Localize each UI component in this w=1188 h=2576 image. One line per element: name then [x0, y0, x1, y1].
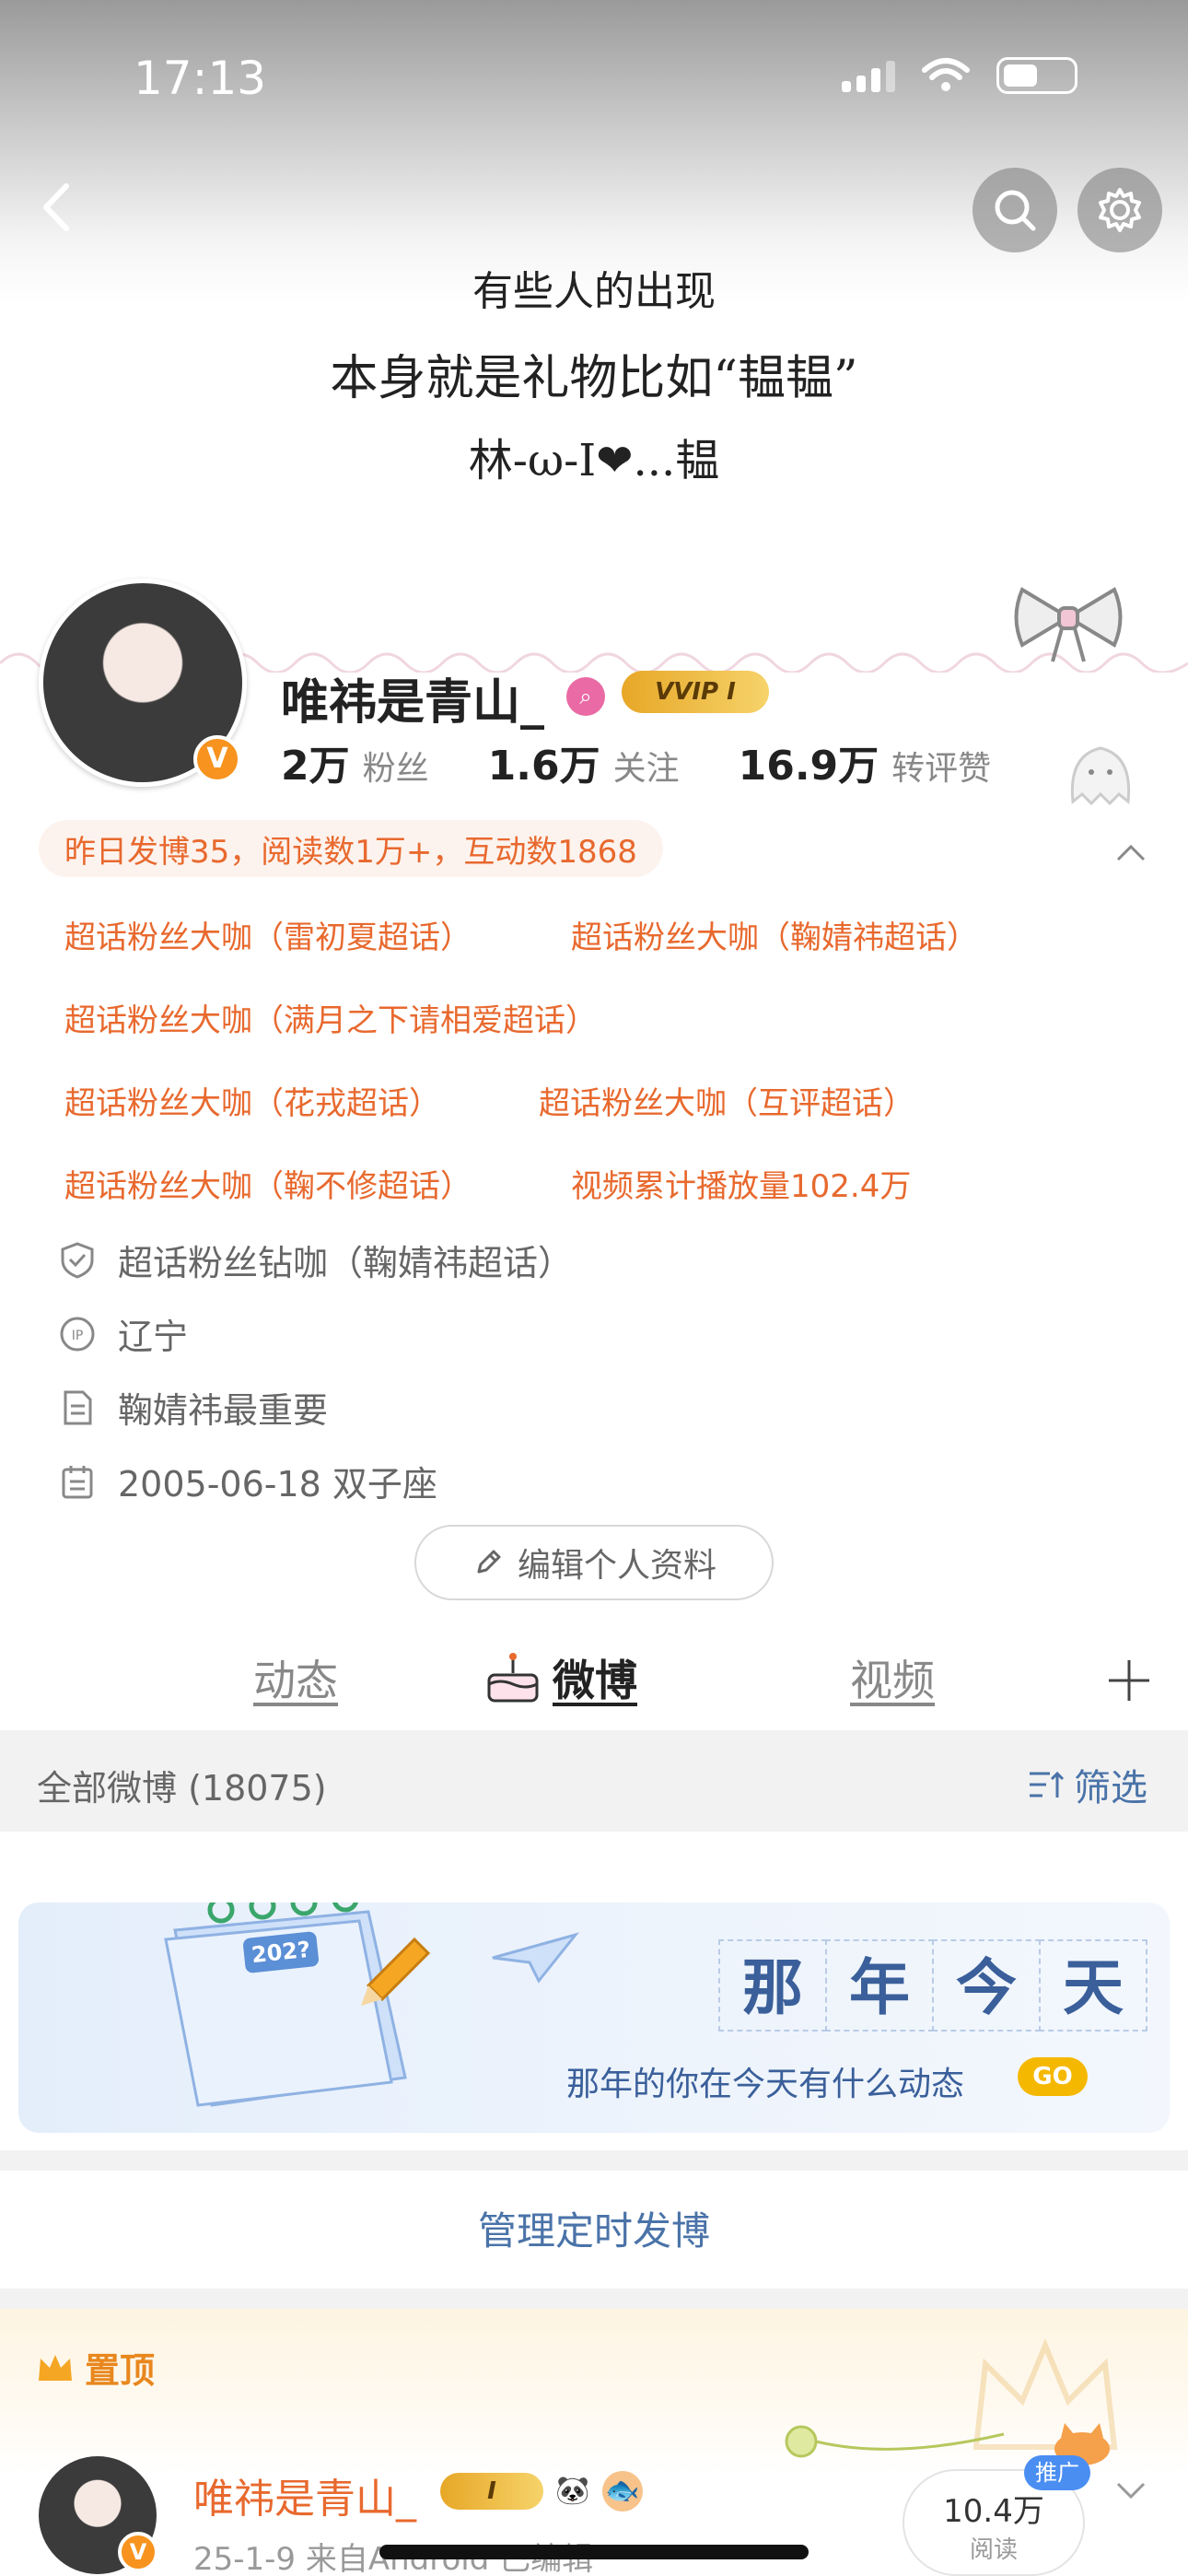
post-verified-badge-icon: V: [118, 2532, 158, 2572]
banner-line-1: 有些人的出现: [472, 268, 716, 315]
bow-decoration-icon: [1014, 587, 1123, 662]
ip-icon: IP: [60, 1317, 95, 1351]
document-icon: [64, 1390, 92, 1424]
honor-tag[interactable]: 超话粉丝大咖（鞠不修超话）: [64, 1161, 472, 1206]
pinned-label-text: 置顶: [85, 2350, 156, 2391]
pencil-icon: [477, 1550, 501, 1574]
tab-weibo[interactable]: 微博: [553, 1647, 637, 1708]
gear-icon: [1099, 188, 1141, 232]
cellular-signal-icon: [842, 59, 895, 92]
vip-badge[interactable]: I: [440, 2473, 543, 2510]
feed-filter-bar: 全部微博 (18075) 筛选: [0, 1730, 1188, 1832]
memory-subtitle: 那年的你在今天有什么动态: [566, 2066, 965, 2103]
banner-line-3: 林-ω-I❤...韫: [468, 435, 720, 486]
memory-title: 那 年 今 天: [718, 1939, 1147, 2032]
status-icons: [842, 57, 1077, 94]
panda-icon: 🐼: [555, 2475, 590, 2507]
calendar-icon: [62, 1465, 93, 1498]
following-stat[interactable]: 1.6万 关注: [488, 732, 680, 791]
activity-summary[interactable]: 昨日发博35，阅读数1万+，互动数1868: [39, 820, 663, 877]
manage-scheduled-posts-button[interactable]: 管理定时发博: [0, 2176, 1188, 2287]
following-label: 关注: [612, 750, 680, 788]
section-divider: [0, 2289, 1188, 2309]
verified-badge-icon: V: [193, 735, 241, 783]
info-row-birthday: 2005-06-18 双子座: [57, 1456, 437, 1506]
settings-button[interactable]: [1077, 168, 1162, 252]
promote-tag[interactable]: 推广: [1024, 2455, 1090, 2490]
post-author-badges: I 🐼 🐟: [440, 2471, 643, 2512]
fish-icon: 🐟: [602, 2471, 643, 2512]
shield-icon: [61, 1241, 94, 1279]
honor-tag[interactable]: 超话粉丝大咖（互评超话）: [539, 1078, 914, 1123]
info-text: 辽宁: [118, 1317, 189, 1357]
paper-plane-icon: [492, 1932, 580, 1984]
wifi-icon: [922, 58, 970, 91]
post-author-name[interactable]: 唯祎是青山_: [193, 2465, 416, 2524]
followers-label: 粉丝: [362, 750, 429, 788]
cake-icon: [487, 1653, 539, 1703]
info-text: 鞠婧祎最重要: [118, 1390, 329, 1431]
reads-value: 10.4万: [943, 2493, 1044, 2530]
memory-title-char: 年: [825, 1939, 934, 2032]
engagement-count: 16.9万: [738, 743, 879, 790]
search-button[interactable]: [973, 168, 1057, 252]
memory-go-button[interactable]: GO: [1018, 2057, 1088, 2096]
honor-tag[interactable]: 视频累计播放量102.4万: [571, 1161, 911, 1206]
plus-icon[interactable]: [1105, 1657, 1153, 1704]
pink-search-badge-icon[interactable]: ⌕: [566, 677, 605, 716]
profile-tabs: 动态 微博 视频: [0, 1631, 1188, 1727]
weibo-count: 全部微博 (18075): [37, 1768, 327, 1809]
edit-profile-button[interactable]: 编辑个人资料: [414, 1525, 774, 1600]
honor-tag[interactable]: 超话粉丝大咖（花戎超话）: [64, 1078, 440, 1123]
pinned-label: 置顶: [35, 2342, 155, 2393]
memory-title-char: 今: [932, 1939, 1041, 2032]
info-row-ip: IP 辽宁: [57, 1308, 188, 1359]
following-count: 1.6万: [487, 743, 600, 790]
memory-title-char: 那: [718, 1939, 827, 2032]
memory-banner[interactable]: 202? 那 年 今 天 那年的你在今天有什么动态 GO: [18, 1903, 1170, 2133]
search-icon: [995, 190, 1036, 231]
honor-tag[interactable]: 超话粉丝大咖（雷初夏超话）: [64, 912, 472, 957]
profile-stats: 2万 粉丝 1.6万 关注 16.9万 转评赞: [281, 732, 1050, 791]
ghost-decoration-icon: [1070, 746, 1131, 806]
battery-icon: [996, 57, 1077, 94]
crown-icon: [39, 2354, 72, 2381]
honor-tag[interactable]: 超话粉丝大咖（鞠婧祎超话）: [571, 912, 978, 957]
memory-title-char: 天: [1039, 1939, 1147, 2032]
tab-video[interactable]: 视频: [850, 1647, 935, 1708]
banner-line-2: 本身就是礼物比如“韫韫”: [330, 351, 858, 406]
svg-text:IP: IP: [72, 1329, 84, 1343]
followers-stat[interactable]: 2万 粉丝: [281, 732, 429, 791]
profile-username: 唯祎是青山_: [281, 675, 545, 731]
info-text: 超话粉丝钻咖（鞠婧祎超话）: [118, 1243, 574, 1283]
vvip-badge[interactable]: VVIP I: [622, 671, 769, 713]
info-row-superfan[interactable]: 超话粉丝钻咖（鞠婧祎超话）: [57, 1235, 573, 1285]
followers-count: 2万: [281, 743, 350, 790]
edit-profile-label: 编辑个人资料: [517, 1547, 716, 1585]
engagement-stat[interactable]: 16.9万 转评赞: [739, 732, 992, 791]
back-arrow-icon[interactable]: [26, 175, 90, 240]
tab-dynamics[interactable]: 动态: [253, 1647, 338, 1708]
calendar-illustration-icon: 202?: [164, 1903, 431, 2107]
engagement-label: 转评赞: [891, 750, 992, 788]
yarn-ball-decoration-icon: [785, 2425, 1005, 2458]
filter-button[interactable]: 筛选: [1026, 1758, 1147, 1811]
filter-label: 筛选: [1074, 1767, 1147, 1809]
honor-tag[interactable]: 超话粉丝大咖（满月之下请相爱超话）: [64, 995, 597, 1040]
home-indicator[interactable]: [379, 2545, 809, 2559]
reads-label: 阅读: [969, 2536, 1018, 2564]
chevron-up-icon[interactable]: [1112, 834, 1149, 871]
profile-banner: 17:13 有些人的出现 本身就是礼物比如“韫韫” 林-ω-I❤...韫: [0, 0, 1188, 590]
info-text: 2005-06-18 双子座: [118, 1464, 437, 1505]
filter-icon: [1030, 1771, 1065, 1797]
status-time: 17:13: [134, 52, 267, 105]
info-row-bio: 鞠婧祎最重要: [57, 1382, 328, 1433]
status-bar: 17:13: [0, 37, 1188, 120]
section-divider: [0, 2150, 1188, 2171]
chevron-down-icon[interactable]: [1111, 2469, 1151, 2510]
